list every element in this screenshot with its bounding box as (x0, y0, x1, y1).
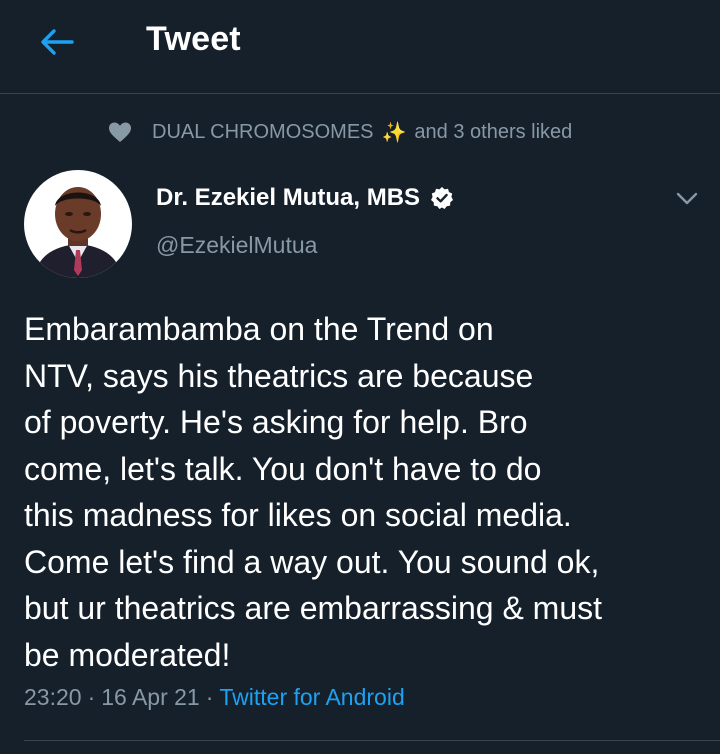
author-name-text: Dr. Ezekiel Mutua, MBS (156, 184, 421, 211)
author-handle[interactable]: @EzekielMutua (156, 232, 317, 259)
more-options-button[interactable] (674, 188, 700, 208)
chevron-down-icon (676, 192, 698, 205)
back-arrow-icon (41, 29, 74, 55)
liked-summary: and 3 others liked (414, 120, 573, 143)
tweet-date: 16 Apr 21 (101, 684, 200, 710)
tweet-source-link[interactable]: Twitter for Android (219, 684, 404, 711)
tweet-time: 23:20 (24, 684, 82, 710)
meta-separator: · (205, 684, 214, 710)
tweet-meta: 23:20 · 16 Apr 21 · Twitter for Android (24, 684, 405, 711)
sparkle-emoji: ✨ (381, 121, 407, 144)
verified-badge-icon (431, 187, 454, 209)
page-title: Tweet (146, 20, 241, 58)
back-button[interactable] (36, 24, 76, 60)
divider (24, 740, 720, 741)
tweet-text: Embarambamba on the Trend on NTV, says h… (24, 311, 603, 673)
author-name[interactable]: Dr. Ezekiel Mutua, MBS (156, 184, 454, 212)
avatar[interactable] (24, 170, 132, 278)
profile-photo (24, 170, 132, 278)
meta-separator: · (87, 684, 96, 710)
heart-icon (109, 122, 131, 142)
top-bar: Tweet (0, 0, 720, 94)
social-context[interactable]: DUAL CHROMOSOMES ✨ and 3 others liked (108, 118, 572, 146)
liker-name: DUAL CHROMOSOMES (152, 120, 374, 143)
